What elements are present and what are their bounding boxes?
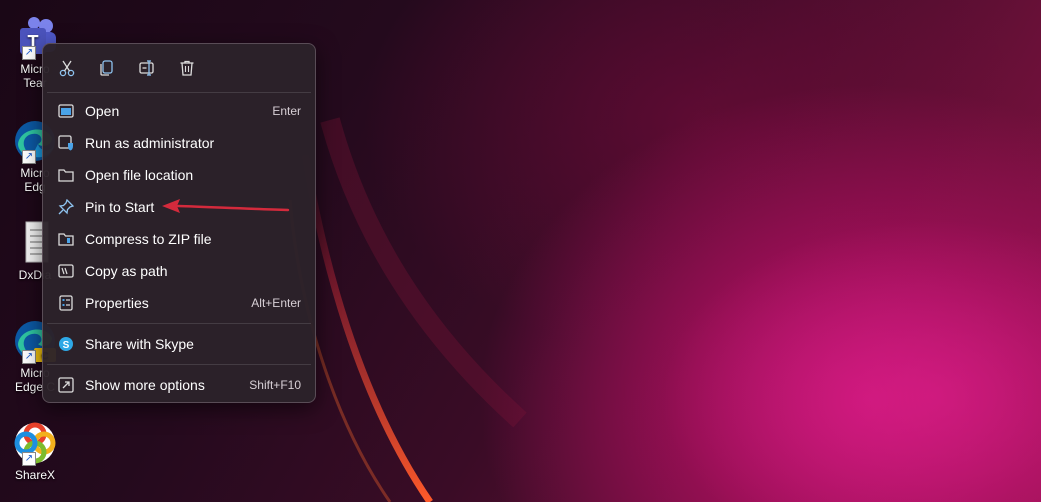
more-options-icon [57, 377, 75, 393]
rename-button[interactable] [135, 56, 159, 80]
menu-item-share-with-skype[interactable]: S Share with Skype [43, 328, 315, 360]
menu-item-properties[interactable]: Properties Alt+Enter [43, 287, 315, 319]
menu-item-shortcut: Alt+Enter [251, 296, 301, 310]
desktop: T ↗ Micro Tear ↗ Micro Edg DxDia ↗ Micro… [0, 0, 1041, 502]
menu-item-compress-to-zip[interactable]: Compress to ZIP file [43, 223, 315, 255]
desktop-icon-sharex[interactable]: ↗ ShareX [4, 420, 66, 482]
open-window-icon [57, 103, 75, 119]
folder-icon [57, 167, 75, 183]
menu-item-open[interactable]: Open Enter [43, 95, 315, 127]
menu-item-label: Properties [85, 295, 149, 311]
desktop-icon-label: ShareX [14, 468, 56, 482]
sharex-icon: ↗ [12, 420, 58, 466]
shield-window-icon [57, 135, 75, 151]
menu-item-open-file-location[interactable]: Open file location [43, 159, 315, 191]
pin-icon [57, 199, 75, 215]
context-menu: Open Enter Run as administrator Open fil… [42, 43, 316, 403]
menu-item-show-more-options[interactable]: Show more options Shift+F10 [43, 369, 315, 401]
shortcut-arrow-icon: ↗ [22, 46, 36, 60]
delete-button[interactable] [175, 56, 199, 80]
shortcut-arrow-icon: ↗ [22, 150, 36, 164]
menu-item-copy-as-path[interactable]: Copy as path [43, 255, 315, 287]
menu-item-label: Open file location [85, 167, 194, 183]
menu-item-shortcut: Enter [272, 104, 301, 118]
skype-icon: S [57, 336, 75, 352]
copy-path-icon [57, 263, 75, 279]
cut-button[interactable] [55, 56, 79, 80]
properties-icon [57, 295, 75, 311]
shortcut-arrow-icon: ↗ [22, 350, 36, 364]
shortcut-arrow-icon: ↗ [22, 452, 36, 466]
menu-item-label: Run as administrator [85, 135, 215, 151]
copy-icon [100, 60, 113, 76]
menu-item-label: Copy as path [85, 263, 168, 279]
menu-item-label: Open [85, 103, 120, 119]
menu-item-label: Show more options [85, 377, 205, 393]
svg-text:S: S [63, 340, 70, 351]
annotation-arrow [162, 199, 290, 213]
menu-item-label: Compress to ZIP file [85, 231, 212, 247]
menu-item-shortcut: Shift+F10 [249, 378, 301, 392]
menu-item-run-as-administrator[interactable]: Run as administrator [43, 127, 315, 159]
menu-item-label: Pin to Start [85, 199, 155, 215]
menu-item-label: Share with Skype [85, 336, 194, 352]
zip-folder-icon [57, 231, 75, 247]
rename-icon [139, 60, 154, 76]
context-menu-toolbar [43, 44, 315, 92]
copy-button[interactable] [95, 56, 119, 80]
scissors-icon [59, 60, 75, 77]
trash-icon [180, 60, 194, 76]
